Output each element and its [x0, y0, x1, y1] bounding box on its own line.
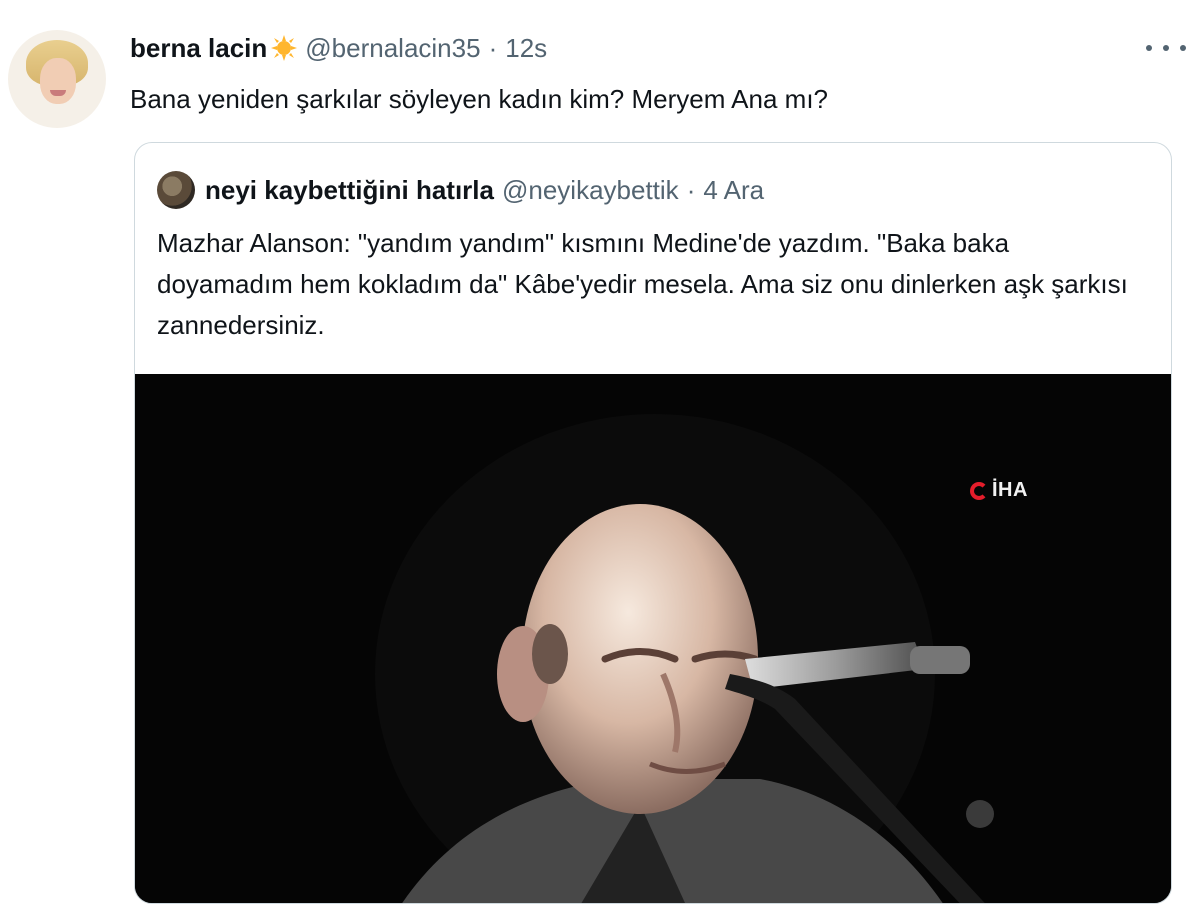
- iha-watermark-text: İHA: [992, 479, 1028, 501]
- video-thumbnail[interactable]: İHA: [135, 374, 1171, 903]
- avatar-face: [40, 58, 76, 104]
- quoted-tweet-card[interactable]: neyi kaybettiğini hatırla @neyikaybettik…: [134, 142, 1172, 904]
- quoted-tweet-text: Mazhar Alanson: "yandım yandım" kısmını …: [157, 228, 1128, 340]
- iha-watermark: İHA: [970, 479, 1028, 502]
- iha-logo-icon: [970, 481, 988, 500]
- quoted-author-name: neyi kaybettiğini hatırla: [205, 174, 494, 205]
- performer-illustration: [135, 374, 1171, 903]
- author-handle[interactable]: @bernalacin35: [305, 33, 480, 64]
- more-options-icon[interactable]: [1146, 36, 1186, 60]
- quoted-separator-dot: ·: [686, 174, 696, 205]
- quoted-tweet-header: neyi kaybettiğini hatırla @neyikaybettik…: [157, 171, 765, 209]
- quoted-author-avatar: [157, 171, 195, 209]
- tweet-text: Bana yeniden şarkılar söyleyen kadın kim…: [130, 84, 829, 114]
- quoted-author-handle: @neyikaybettik: [501, 174, 679, 205]
- tweet-header: berna lacin @bernalacin35 · 12s: [130, 30, 547, 66]
- sun-emoji-icon: [269, 33, 299, 63]
- author-avatar[interactable]: [8, 30, 106, 128]
- tweet-time[interactable]: 12s: [505, 33, 547, 64]
- author-name[interactable]: berna lacin: [130, 33, 267, 64]
- quoted-tweet-date: 4 Ara: [703, 174, 765, 205]
- separator-dot: ·: [488, 32, 498, 63]
